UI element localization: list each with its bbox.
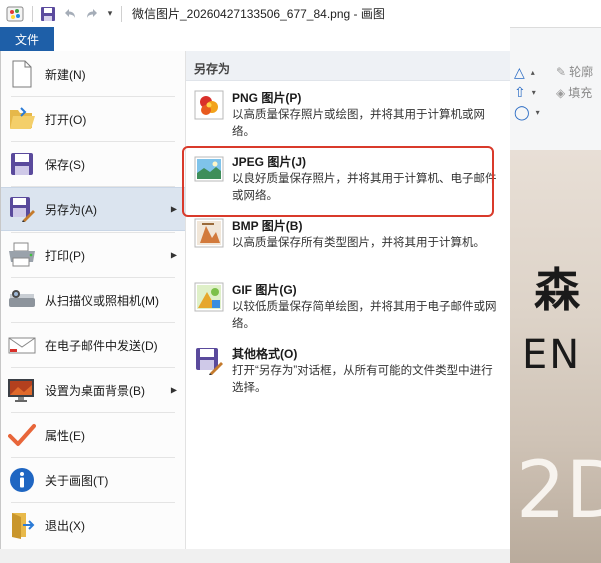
- canvas-text-en: EN: [522, 332, 582, 378]
- menu-item-label: 从扫描仪或照相机(M): [45, 293, 159, 308]
- jpeg-option-title: JPEG 图片(J): [232, 155, 307, 169]
- bmp-option-description: 以高质量保存所有类型图片，并将其用于计算机。: [232, 237, 485, 249]
- save-as-png[interactable]: PNG 图片(P) 以高质量保存照片或绘图，并将其用于计算机或网络。: [186, 84, 510, 148]
- menu-item-label: 设置为桌面背景(B): [45, 383, 145, 398]
- save-as-other-formats[interactable]: 其他格式(O) 打开“另存为”对话框，从所有可能的文件类型中进行选择。: [186, 340, 510, 404]
- window-bottom-area: [0, 549, 510, 563]
- printer-icon: [7, 240, 37, 270]
- submenu-arrow-icon: ▶: [170, 385, 177, 395]
- scanner-icon: [7, 285, 37, 315]
- save-icon: [7, 149, 37, 179]
- outline-label: 轮廓: [569, 65, 594, 79]
- file-menu: 新建(N) 打开(O) 保存(S) 另存为(A) ▶ 打印(P) ▶ 从扫描仪或…: [0, 51, 510, 549]
- menu-item-save[interactable]: 保存(S): [1, 142, 185, 186]
- jpeg-option-description: 以良好质量保存照片，并将其用于计算机、电子邮件或网络。: [232, 173, 497, 202]
- fill-label: 填充: [568, 86, 593, 100]
- title-bar: ▾ 微信图片_20260427133506_677_84.png - 画图: [0, 0, 601, 27]
- title-separator: [121, 5, 122, 22]
- open-folder-icon: [7, 104, 37, 134]
- gif-option-title: GIF 图片(G): [232, 283, 297, 297]
- other-formats-description: 打开“另存为”对话框，从所有可能的文件类型中进行选择。: [232, 365, 493, 394]
- fill-button[interactable]: ◈ 填充: [556, 84, 592, 101]
- menu-item-properties[interactable]: 属性(E): [1, 413, 185, 457]
- customize-qat-icon[interactable]: ▾: [103, 4, 117, 24]
- file-tab[interactable]: 文件: [0, 27, 54, 51]
- submenu-arrow-icon: ▶: [170, 250, 177, 260]
- info-icon: [7, 465, 37, 495]
- menu-item-print[interactable]: 打印(P) ▶: [1, 233, 185, 277]
- menu-item-save-as[interactable]: 另存为(A) ▶: [1, 187, 185, 231]
- callout-shape-icon[interactable]: ◯ ▾: [514, 102, 550, 122]
- png-image-icon: [194, 90, 224, 120]
- save-as-header-label: 另存为: [194, 62, 231, 76]
- menu-item-label: 保存(S): [45, 157, 85, 172]
- menu-item-label: 在电子邮件中发送(D): [45, 338, 158, 353]
- save-icon[interactable]: [37, 4, 59, 24]
- outline-button[interactable]: ✎ 轮廓: [556, 63, 593, 80]
- menu-item-open[interactable]: 打开(O): [1, 97, 185, 141]
- arrow-up-shape-icon[interactable]: ⇧ ▾: [514, 82, 550, 102]
- save-as-jpeg[interactable]: JPEG 图片(J) 以良好质量保存照片，并将其用于计算机、电子邮件或网络。: [186, 148, 510, 212]
- gif-option-description: 以较低质量保存简单绘图，并将其用于电子邮件或网络。: [232, 301, 497, 330]
- paint-bucket-icon: ◈: [556, 85, 566, 100]
- exit-icon: [7, 510, 37, 540]
- qat-separator: [32, 5, 33, 22]
- window-title: 微信图片_20260427133506_677_84.png - 画图: [132, 7, 385, 21]
- email-icon: [7, 330, 37, 360]
- redo-icon[interactable]: [81, 4, 103, 24]
- canvas-text-2d: 2D: [516, 446, 601, 536]
- png-option-title: PNG 图片(P): [232, 91, 302, 105]
- save-as-icon: [7, 194, 37, 224]
- menu-item-label: 新建(N): [45, 67, 86, 82]
- undo-icon[interactable]: [59, 4, 81, 24]
- menu-item-label: 打印(P): [45, 248, 85, 263]
- menu-item-label: 另存为(A): [45, 202, 97, 217]
- bmp-option-title: BMP 图片(B): [232, 219, 303, 233]
- desktop-background-icon: [7, 375, 37, 405]
- save-as-gif[interactable]: GIF 图片(G) 以较低质量保存简单绘图，并将其用于电子邮件或网络。: [186, 276, 510, 340]
- shapes-gallery[interactable]: △ ▴ ⇧ ▾ ◯ ▾: [514, 62, 550, 124]
- paint-app-icon[interactable]: [6, 5, 24, 23]
- menu-item-send-email[interactable]: 在电子邮件中发送(D): [1, 323, 185, 367]
- menu-item-label: 属性(E): [45, 428, 85, 443]
- save-as-header: 另存为: [186, 51, 510, 81]
- other-formats-icon: [194, 346, 224, 376]
- menu-item-scanner[interactable]: 从扫描仪或照相机(M): [1, 278, 185, 322]
- checkmark-icon: [7, 420, 37, 450]
- save-as-bmp[interactable]: BMP 图片(B) 以高质量保存所有类型图片，并将其用于计算机。: [186, 212, 510, 276]
- submenu-arrow-icon: ▶: [170, 204, 177, 214]
- menu-item-about[interactable]: 关于画图(T): [1, 458, 185, 502]
- canvas-image[interactable]: 森 EN 2D: [510, 150, 601, 563]
- triangle-shape-icon[interactable]: △ ▴: [514, 62, 550, 82]
- save-as-submenu: 另存为 PNG 图片(P) 以高质量保存照片或绘图，并将其用于计算机或网络。 J…: [186, 51, 510, 549]
- menu-item-label: 退出(X): [45, 518, 85, 533]
- bmp-image-icon: [194, 218, 224, 248]
- file-menu-commands: 新建(N) 打开(O) 保存(S) 另存为(A) ▶ 打印(P) ▶ 从扫描仪或…: [1, 51, 185, 549]
- jpeg-image-icon: [194, 154, 224, 184]
- menu-item-desktop-background[interactable]: 设置为桌面背景(B) ▶: [1, 368, 185, 412]
- menu-item-label: 打开(O): [45, 112, 87, 127]
- menu-item-exit[interactable]: 退出(X): [1, 503, 185, 547]
- canvas-char-sen: 森: [534, 263, 580, 317]
- menu-item-new[interactable]: 新建(N): [1, 52, 185, 96]
- other-formats-title: 其他格式(O): [232, 347, 298, 361]
- pencil-outline-icon: ✎: [556, 64, 567, 79]
- menu-item-label: 关于画图(T): [45, 473, 109, 488]
- gif-image-icon: [194, 282, 224, 312]
- png-option-description: 以高质量保存照片或绘图，并将其用于计算机或网络。: [232, 109, 485, 138]
- new-document-icon: [7, 59, 37, 89]
